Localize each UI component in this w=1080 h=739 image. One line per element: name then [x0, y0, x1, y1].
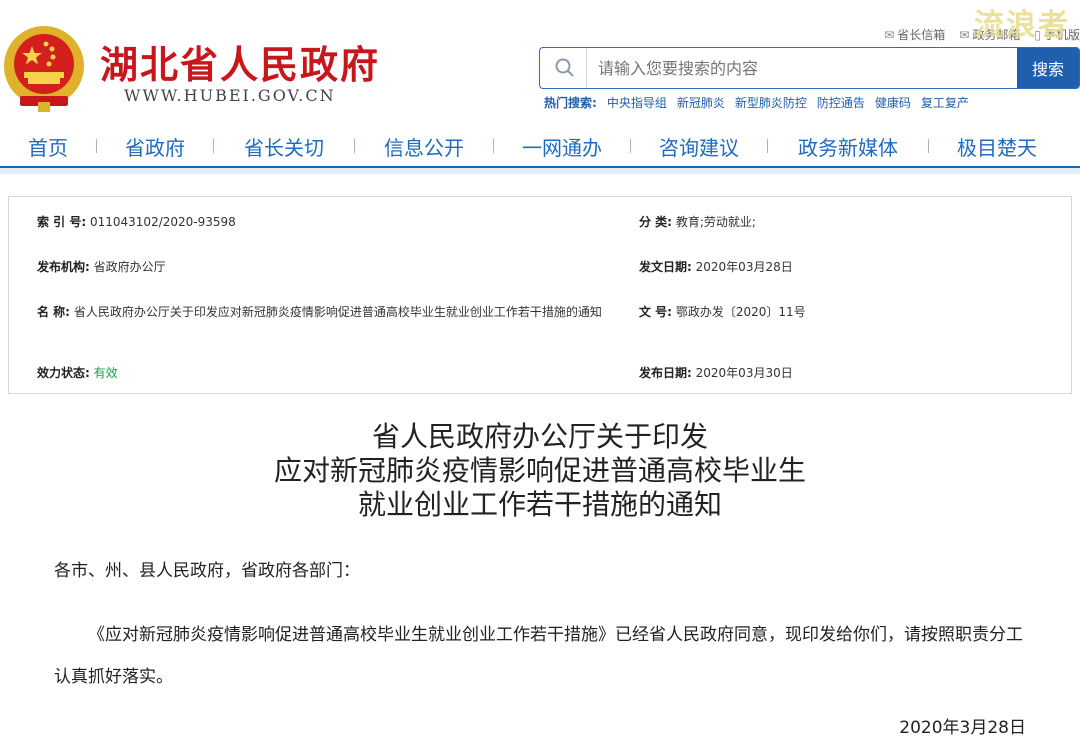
- article-title: 省人民政府办公厅关于印发 应对新冠肺炎疫情影响促进普通高校毕业生 就业创业工作若…: [0, 420, 1080, 522]
- meta-category: 分 类: 教育;劳动就业;: [639, 214, 756, 230]
- mail-icon: ✉: [884, 27, 895, 42]
- site-title[interactable]: 湖北省人民政府: [100, 34, 380, 89]
- meta-label: 分 类:: [639, 215, 672, 229]
- nav-item-info-disclosure[interactable]: 信息公开: [384, 132, 464, 161]
- search-box: 搜索: [539, 47, 1080, 89]
- hot-search-label: 热门搜索:: [544, 96, 597, 110]
- site-header: 湖北省人民政府 WWW.HUBEI.GOV.CN ✉ 省长信箱 ✉ 政务邮箱 ▯…: [0, 0, 1080, 125]
- nav-separator: [213, 139, 214, 153]
- meta-label: 文 号:: [639, 305, 672, 319]
- document-date: 2020年3月28日: [899, 718, 1026, 738]
- meta-value: 2020年03月28日: [695, 260, 793, 274]
- meta-value: 鄂政办发〔2020〕11号: [675, 305, 806, 319]
- meta-docno: 文 号: 鄂政办发〔2020〕11号: [639, 304, 806, 320]
- hot-search-item[interactable]: 新冠肺炎: [677, 94, 725, 111]
- meta-status: 效力状态: 有效: [37, 365, 118, 381]
- search-icon: [555, 58, 574, 77]
- meta-value: 011043102/2020-93598: [89, 215, 236, 229]
- meta-value: 省人民政府办公厅关于印发应对新冠肺炎疫情影响促进普通高校毕业生就业创业工作若干措…: [73, 305, 602, 319]
- nav-item-jimu-chutian[interactable]: 极目楚天: [957, 132, 1037, 161]
- nav-item-consultation[interactable]: 咨询建议: [659, 132, 739, 161]
- body-paragraph: 《应对新冠肺炎疫情影响促进普通高校毕业生就业创业工作若干措施》已经省人民政府同意…: [54, 625, 1023, 687]
- nav-item-provincial-gov[interactable]: 省政府: [125, 132, 185, 161]
- nav-item-governor-concerns[interactable]: 省长关切: [244, 132, 324, 161]
- hot-search-item[interactable]: 中央指导组: [607, 94, 667, 111]
- search-divider: [586, 48, 587, 88]
- site-url: WWW.HUBEI.GOV.CN: [124, 86, 336, 105]
- meta-publisher: 发布机构: 省政府办公厅: [37, 259, 166, 275]
- title-line: 省人民政府办公厅关于印发: [371, 420, 708, 453]
- meta-name: 名 称: 省人民政府办公厅关于印发应对新冠肺炎疫情影响促进普通高校毕业生就业创业…: [37, 304, 622, 320]
- national-emblem-icon: [4, 26, 84, 112]
- search-input[interactable]: [598, 48, 998, 88]
- meta-index: 索 引 号: 011043102/2020-93598: [37, 214, 236, 230]
- status-badge: 有效: [93, 366, 118, 380]
- hot-search-item[interactable]: 新型肺炎防控: [735, 94, 807, 111]
- nav-separator: [96, 139, 97, 153]
- meta-publish-date: 发布日期: 2020年03月30日: [639, 365, 793, 381]
- meta-label: 发布机构:: [37, 260, 90, 274]
- nav-separator: [767, 139, 768, 153]
- meta-label: 发布日期:: [639, 366, 692, 380]
- search-button[interactable]: 搜索: [1017, 48, 1079, 88]
- main-nav: 首页 省政府 省长关切 信息公开 一网通办 咨询建议 政务新媒体 极目楚天: [0, 126, 1080, 166]
- meta-value: 2020年03月30日: [695, 366, 793, 380]
- meta-label: 发文日期:: [639, 260, 692, 274]
- title-line: 应对新冠肺炎疫情影响促进普通高校毕业生: [273, 454, 806, 487]
- salutation: 各市、州、县人民政府，省政府各部门：: [54, 561, 360, 581]
- meta-value: 教育;劳动就业;: [675, 215, 756, 229]
- nav-separator: [928, 139, 929, 153]
- nav-item-one-net[interactable]: 一网通办: [522, 132, 602, 161]
- governor-mailbox-link[interactable]: ✉ 省长信箱: [884, 26, 945, 43]
- meta-issue-date: 发文日期: 2020年03月28日: [639, 259, 793, 275]
- nav-item-home[interactable]: 首页: [28, 132, 68, 161]
- meta-label: 索 引 号:: [37, 215, 87, 229]
- meta-value: 省政府办公厅: [93, 260, 166, 274]
- meta-label: 名 称:: [37, 305, 70, 319]
- nav-separator: [493, 139, 494, 153]
- nav-underline: [0, 166, 1080, 174]
- hot-search-bar: 热门搜索: 中央指导组 新冠肺炎 新型肺炎防控 防控通告 健康码 复工复产: [544, 94, 969, 111]
- hot-search-item[interactable]: 健康码: [875, 94, 911, 111]
- meta-label: 效力状态:: [37, 366, 90, 380]
- envelope-icon: ✉: [959, 27, 970, 42]
- toplink-label: 省长信箱: [897, 28, 946, 42]
- document-metadata: 索 引 号: 011043102/2020-93598 分 类: 教育;劳动就业…: [8, 196, 1072, 394]
- title-line: 就业创业工作若干措施的通知: [357, 488, 722, 521]
- hot-search-item[interactable]: 防控通告: [817, 94, 865, 111]
- nav-item-new-media[interactable]: 政务新媒体: [798, 132, 898, 161]
- nav-separator: [354, 139, 355, 153]
- hot-search-item[interactable]: 复工复产: [921, 94, 969, 111]
- nav-separator: [630, 139, 631, 153]
- watermark: 流浪者: [974, 8, 1070, 43]
